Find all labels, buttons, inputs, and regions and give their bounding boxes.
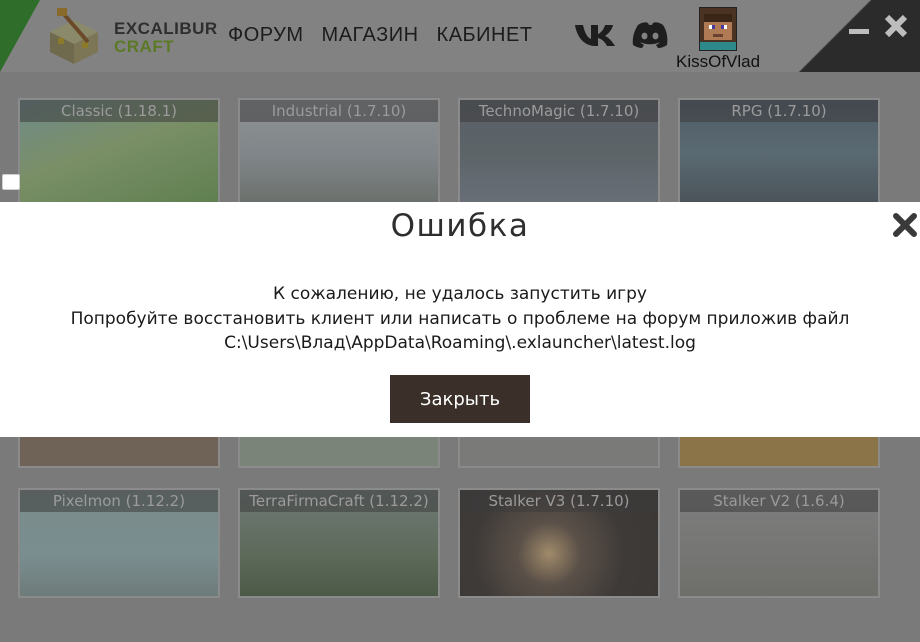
server-card-rpg[interactable]: RPG (1.7.10) xyxy=(678,98,880,208)
bottom-strip xyxy=(0,610,920,642)
server-card-stalker-v2[interactable]: Stalker V2 (1.6.4) xyxy=(678,488,880,598)
server-card-technomagic[interactable]: TechnoMagic (1.7.10) xyxy=(458,98,660,208)
app-header: EXCALIBUR CRAFT ФОРУМ МАГАЗИН КАБИНЕТ Ki… xyxy=(0,0,920,72)
server-card-art xyxy=(680,432,878,466)
dialog-message-line: Попробуйте восстановить клиент или напис… xyxy=(70,308,850,329)
minimize-icon[interactable] xyxy=(847,14,871,38)
brand-wordmark[interactable]: EXCALIBUR CRAFT xyxy=(114,20,218,56)
server-card-title: Pixelmon (1.12.2) xyxy=(20,490,218,512)
server-card-title: TechnoMagic (1.7.10) xyxy=(460,100,658,122)
server-card-title: TerraFirmaCraft (1.12.2) xyxy=(240,490,438,512)
main-nav: ФОРУМ МАГАЗИН КАБИНЕТ xyxy=(228,24,551,47)
server-card-pixelmon[interactable]: Pixelmon (1.12.2) xyxy=(18,488,220,598)
resize-handle[interactable] xyxy=(2,174,20,190)
server-card-classic[interactable]: Classic (1.18.1) xyxy=(18,98,220,208)
nav-shop[interactable]: МАГАЗИН xyxy=(322,24,419,47)
nav-cabinet[interactable]: КАБИНЕТ xyxy=(437,24,533,47)
server-card-title: Stalker V3 (1.7.10) xyxy=(460,490,658,512)
user-avatar[interactable] xyxy=(699,7,737,51)
brand-line2: CRAFT xyxy=(114,37,175,56)
username[interactable]: KissOfVlad xyxy=(676,52,760,72)
nav-forum[interactable]: ФОРУМ xyxy=(228,24,304,47)
server-card-title: Classic (1.18.1) xyxy=(20,100,218,122)
server-card-art xyxy=(460,432,658,466)
dialog-close-button[interactable]: Закрыть xyxy=(390,375,530,423)
brand-line1: EXCALIBUR xyxy=(114,19,218,38)
server-card-art xyxy=(240,432,438,466)
discord-icon[interactable] xyxy=(630,20,670,50)
server-card-industrial[interactable]: Industrial (1.7.10) xyxy=(238,98,440,208)
server-card-title: RPG (1.7.10) xyxy=(680,100,878,122)
dialog-title: Ошибка xyxy=(390,208,530,244)
vk-icon[interactable] xyxy=(574,20,616,50)
header-green-accent xyxy=(0,0,40,72)
server-card-title: Industrial (1.7.10) xyxy=(240,100,438,122)
server-card-terrafirmacraft[interactable]: TerraFirmaCraft (1.12.2) xyxy=(238,488,440,598)
server-card-title: Stalker V2 (1.6.4) xyxy=(680,490,878,512)
server-card-stalker-v3[interactable]: Stalker V3 (1.7.10) xyxy=(458,488,660,598)
dialog-log-path: C:\Users\Влад\AppData\Roaming\.exlaunche… xyxy=(224,333,696,353)
dialog-close-icon[interactable] xyxy=(892,212,918,238)
dialog-message: К сожалению, не удалось запустить игру П… xyxy=(0,282,920,356)
server-card-art xyxy=(20,432,218,466)
close-icon[interactable] xyxy=(884,14,908,38)
error-dialog: Ошибка К сожалению, не удалось запустить… xyxy=(0,202,920,437)
excalibur-logo-icon[interactable] xyxy=(44,6,104,66)
dialog-message-line: К сожалению, не удалось запустить игру xyxy=(273,284,647,304)
